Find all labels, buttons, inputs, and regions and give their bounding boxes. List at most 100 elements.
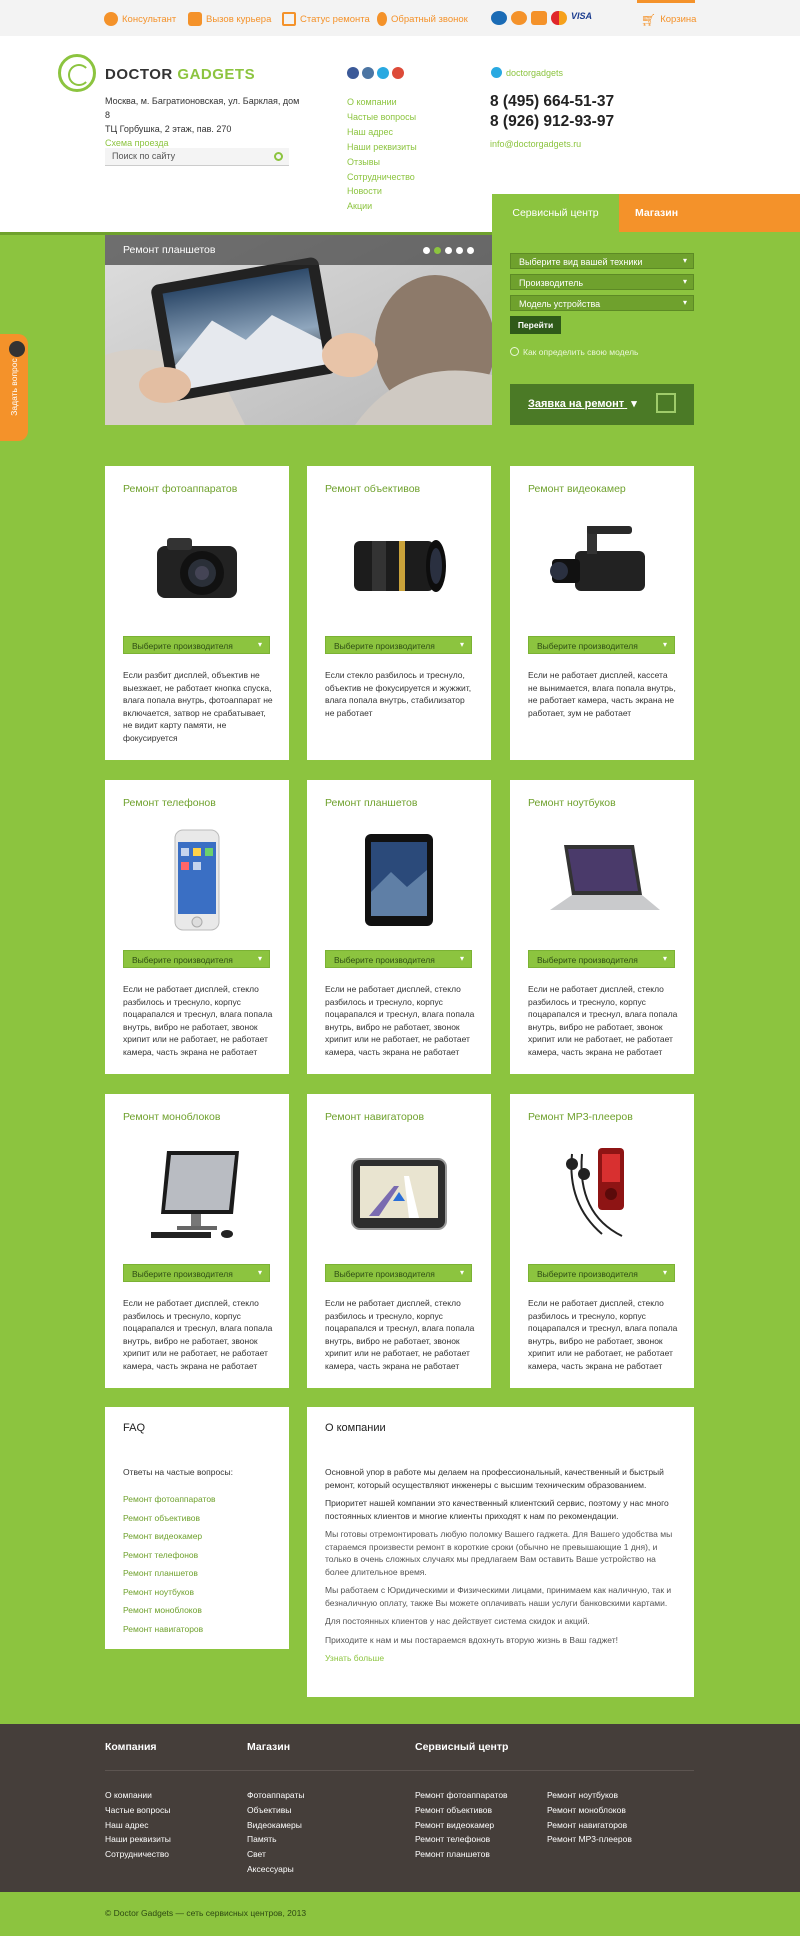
nav-faq[interactable]: Частые вопросы [347,110,417,125]
manufacturer-select[interactable]: Выберите производителя [123,950,270,968]
faq-link[interactable]: Ремонт навигаторов [123,1620,216,1639]
footer-link[interactable]: Память [247,1832,304,1847]
card-monoblocks[interactable]: Ремонт моноблоков Выберите производителя… [105,1094,289,1388]
footer-link[interactable]: Видеокамеры [247,1818,304,1833]
manufacturer-select[interactable]: Выберите производителя [528,950,675,968]
manufacturer-select[interactable]: Выберите производителя [325,950,472,968]
slider-dot-active[interactable] [434,247,441,254]
go-button[interactable]: Перейти [510,316,561,334]
footer-link[interactable]: Сотрудничество [105,1847,171,1862]
twitter-icon[interactable] [377,67,389,79]
card-cameras[interactable]: Ремонт фотоаппаратов Выберите производит… [105,466,289,760]
card-laptops[interactable]: Ремонт ноутбуков Выберите производителя … [510,780,694,1074]
nav-cooperation[interactable]: Сотрудничество [347,170,417,185]
footer-link[interactable]: Ремонт фотоаппаратов [415,1788,508,1803]
consultant-link[interactable]: Консультант [104,12,176,26]
hero-slider[interactable]: Ремонт планшетов [105,235,492,425]
faq-link[interactable]: Ремонт планшетов [123,1564,216,1583]
card-tablets[interactable]: Ремонт планшетов Выберите производителя … [307,780,491,1074]
card-title[interactable]: Ремонт MP3-плееров [528,1111,633,1123]
logo-text[interactable]: DOCTOR GADGETS [105,66,255,83]
footer-link[interactable]: Ремонт МР3-плееров [547,1832,632,1847]
device-type-select[interactable]: Выберите вид вашей техники [510,253,694,269]
manufacturer-select[interactable]: Выберите производителя [325,1264,472,1282]
repair-status-link[interactable]: Статус ремонта [282,12,370,26]
logo-icon[interactable] [58,54,96,92]
faq-link[interactable]: Ремонт моноблоков [123,1601,216,1620]
faq-link[interactable]: Ремонт ноутбуков [123,1583,216,1602]
footer-link[interactable]: Частые вопросы [105,1803,171,1818]
footer-link[interactable]: Ремонт планшетов [415,1847,508,1862]
how-to-find-model-link[interactable]: Как определить свою модель [510,347,638,357]
repair-request-button[interactable]: Заявка на ремонт ▾ [510,384,694,425]
search-input[interactable]: Поиск по сайту [105,148,289,166]
card-phones[interactable]: Ремонт телефонов Выберите производителя … [105,780,289,1074]
model-select[interactable]: Модель устройства [510,295,694,311]
card-title[interactable]: Ремонт планшетов [325,797,417,809]
card-title[interactable]: Ремонт объективов [325,483,420,495]
callback-link[interactable]: Обратный звонок [377,12,468,26]
nav-address[interactable]: Наш адрес [347,125,417,140]
learn-more-link[interactable]: Узнать больше [325,1652,677,1665]
manufacturer-select[interactable]: Выберите производителя [123,1264,270,1282]
footer-link[interactable]: Ремонт объективов [415,1803,508,1818]
cart-button[interactable]: 🛒︎ Корзина [637,0,696,36]
tab-service-center[interactable]: Сервисный центр [492,194,619,232]
slider-dot[interactable] [456,247,463,254]
courier-link[interactable]: Вызов курьера [188,12,271,26]
nav-reviews[interactable]: Отзывы [347,155,417,170]
faq-link[interactable]: Ремонт телефонов [123,1546,216,1565]
facebook-icon[interactable] [347,67,359,79]
card-title[interactable]: Ремонт видеокамер [528,483,626,495]
card-title[interactable]: Ремонт навигаторов [325,1111,424,1123]
footer-link[interactable]: Ремонт навигаторов [547,1818,632,1833]
card-title[interactable]: Ремонт фотоаппаратов [123,483,237,495]
footer-link[interactable]: Наш адрес [105,1818,171,1833]
footer-link[interactable]: О компании [105,1788,171,1803]
nav-news[interactable]: Новости [347,184,417,199]
faq-link[interactable]: Ремонт объективов [123,1509,216,1528]
skype-link[interactable]: doctorgadgets [491,67,563,78]
footer-link[interactable]: Ремонт видеокамер [415,1818,508,1833]
address-block: Москва, м. Багратионовская, ул. Барклая,… [105,94,305,150]
footer-link[interactable]: Аксессуары [247,1862,304,1877]
about-paragraph: Основной упор в работе мы делаем на проф… [325,1467,664,1490]
footer-link[interactable]: Фотоаппараты [247,1788,304,1803]
card-lenses[interactable]: Ремонт объективов Выберите производителя… [307,466,491,760]
card-camcorders[interactable]: Ремонт видеокамер Выберите производителя… [510,466,694,760]
slider-dot[interactable] [423,247,430,254]
footer-link[interactable]: Ремонт ноутбуков [547,1788,632,1803]
faq-link[interactable]: Ремонт фотоаппаратов [123,1490,216,1509]
card-title[interactable]: Ремонт телефонов [123,797,216,809]
copyright-bar: © Doctor Gadgets — сеть сервисных центро… [0,1892,800,1936]
card-title[interactable]: Ремонт ноутбуков [528,797,616,809]
slider-dot[interactable] [467,247,474,254]
slider-caption: Ремонт планшетов [123,244,216,256]
footer-link[interactable]: Свет [247,1847,304,1862]
manufacturer-select[interactable]: Выберите производителя [528,636,675,654]
manufacturer-select[interactable]: Производитель [510,274,694,290]
copyright-text: © Doctor Gadgets — сеть сервисных центро… [105,1908,307,1918]
slider-dot[interactable] [445,247,452,254]
about-text: Основной упор в работе мы делаем на проф… [325,1466,677,1671]
vk-icon[interactable] [362,67,374,79]
manufacturer-select[interactable]: Выберите производителя [325,636,472,654]
nav-requisites[interactable]: Наши реквизиты [347,140,417,155]
footer-link[interactable]: Ремонт моноблоков [547,1803,632,1818]
manufacturer-select[interactable]: Выберите производителя [123,636,270,654]
search-icon[interactable] [274,152,283,161]
nav-about[interactable]: О компании [347,95,417,110]
card-mp3[interactable]: Ремонт MP3-плееров Выберите производител… [510,1094,694,1388]
card-title[interactable]: Ремонт моноблоков [123,1111,220,1123]
tab-shop[interactable]: Магазин [619,194,800,232]
tablet-image [307,830,491,930]
footer-link[interactable]: Объективы [247,1803,304,1818]
footer-link[interactable]: Наши реквизиты [105,1832,171,1847]
nav-promotions[interactable]: Акции [347,199,417,214]
footer-link[interactable]: Ремонт телефонов [415,1832,508,1847]
faq-link[interactable]: Ремонт видеокамер [123,1527,216,1546]
manufacturer-select[interactable]: Выберите производителя [528,1264,675,1282]
email-link[interactable]: info@doctorgadgets.ru [490,139,581,149]
google-plus-icon[interactable] [392,67,404,79]
card-navigators[interactable]: Ремонт навигаторов Выберите производител… [307,1094,491,1388]
